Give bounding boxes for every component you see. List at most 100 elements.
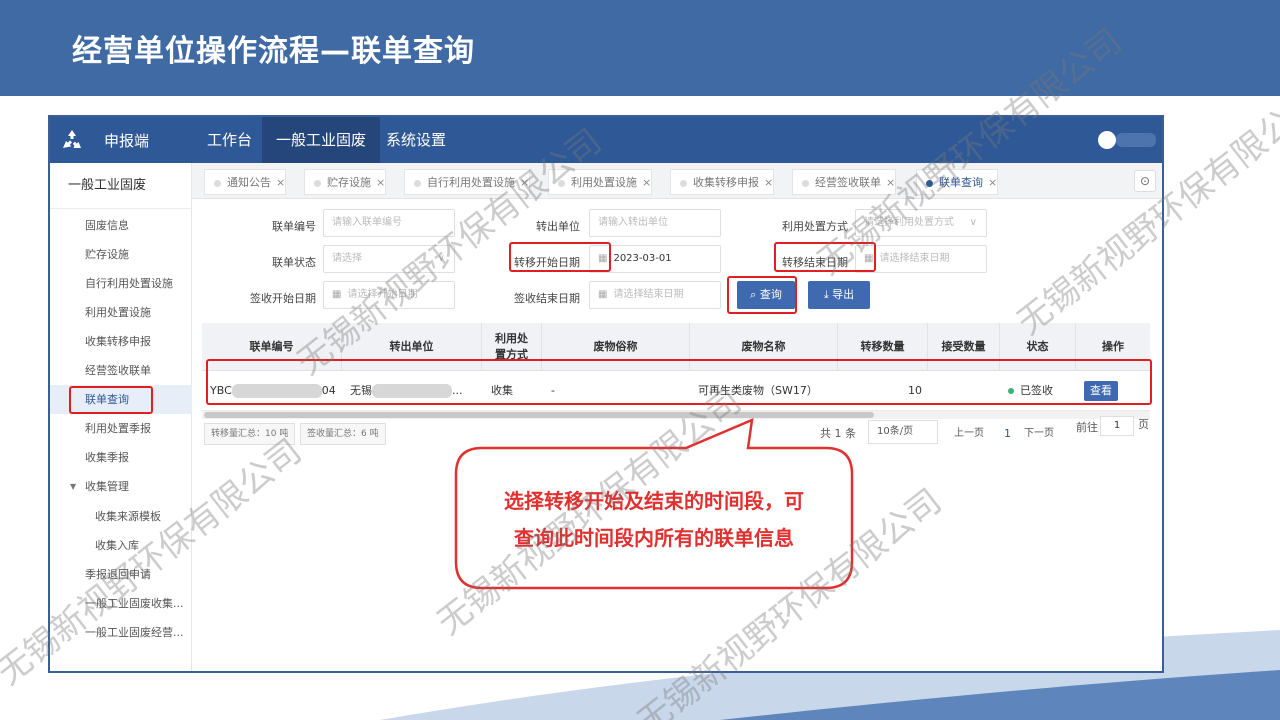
nav-system-settings[interactable]: 系统设置 bbox=[372, 117, 460, 163]
label-transfer-end: 转移结束日期 bbox=[782, 256, 848, 269]
tab-close-icon[interactable]: × bbox=[764, 176, 773, 189]
tab-storage[interactable]: 贮存设施 × bbox=[304, 169, 387, 195]
tab-self-disposal[interactable]: 自行利用处置设施 × bbox=[404, 169, 531, 195]
page-unit-label: 页 bbox=[1138, 418, 1149, 431]
col-common-name: 废物俗称 bbox=[542, 323, 690, 371]
transfer-start-date[interactable]: ▦ 2023-03-01 bbox=[589, 245, 721, 273]
sidebar-item-transfer-report[interactable]: 收集转移申报 bbox=[50, 327, 192, 356]
sidebar-item-return-request[interactable]: 季报退回申请 bbox=[50, 560, 192, 589]
brand-label: 申报端 bbox=[104, 132, 150, 150]
col-received-qty: 接受数量 bbox=[928, 323, 1000, 371]
tab-close-icon[interactable]: × bbox=[376, 176, 385, 189]
method-select[interactable]: 请选择利用处置方式 ∨ bbox=[855, 209, 987, 237]
tab-dot-icon bbox=[414, 180, 421, 187]
sidebar-item-collection-quarterly[interactable]: 收集季报 bbox=[50, 443, 192, 472]
calendar-icon: ▦ bbox=[598, 253, 608, 264]
goto-label: 前往 bbox=[1076, 421, 1098, 434]
col-transfer-qty: 转移数量 bbox=[838, 323, 928, 371]
from-unit-input[interactable]: 请输入转出单位 bbox=[589, 209, 721, 237]
tab-close-icon[interactable]: × bbox=[520, 176, 529, 189]
status-select[interactable]: 请选择 ∨ bbox=[323, 245, 455, 273]
view-button[interactable]: 查看 bbox=[1084, 381, 1118, 401]
tab-dot-icon bbox=[214, 180, 221, 187]
slide-header: 经营单位操作流程—联单查询 bbox=[0, 0, 1280, 96]
tab-disposal[interactable]: 利用处置设施 × bbox=[548, 169, 653, 195]
sidebar-item-waste-info[interactable]: 固废信息 bbox=[50, 211, 192, 240]
tab-close-icon[interactable]: × bbox=[886, 176, 895, 189]
tab-close-icon[interactable]: × bbox=[642, 176, 651, 189]
blurred-text bbox=[372, 384, 452, 398]
cell-waybill-no: YBC 04 bbox=[210, 384, 336, 398]
tab-close-icon[interactable]: × bbox=[276, 176, 285, 189]
col-method: 利用处置方式 bbox=[482, 323, 542, 371]
sign-end-date[interactable]: ▦ 请选择结束日期 bbox=[589, 281, 721, 309]
cell-status: 已签收 bbox=[1008, 371, 1078, 411]
caret-down-icon: ▼ bbox=[70, 482, 77, 491]
export-button[interactable]: ⤓ 导出 bbox=[808, 281, 870, 309]
sidebar-item-self-disposal[interactable]: 自行利用处置设施 bbox=[50, 269, 192, 298]
page-size-select[interactable]: 10条/页 bbox=[868, 420, 938, 444]
waybill-no-input[interactable]: 请输入联单编号 bbox=[323, 209, 455, 237]
col-from-unit: 转出单位 bbox=[342, 323, 482, 371]
cell-from-unit: 无锡... bbox=[350, 384, 463, 398]
sidebar-item-source-template[interactable]: 收集来源模板 bbox=[50, 502, 192, 531]
sidebar-item-disposal-quarterly[interactable]: 利用处置季报 bbox=[50, 414, 192, 443]
transfer-summary: 转移量汇总：10 吨 bbox=[204, 423, 296, 445]
sidebar-item-disposal[interactable]: 利用处置设施 bbox=[50, 298, 192, 327]
tab-notice[interactable]: 通知公告 × bbox=[204, 169, 287, 195]
nav-industrial-waste[interactable]: 一般工业固废 bbox=[262, 117, 381, 163]
status-dot-icon bbox=[1008, 388, 1014, 394]
tab-close-icon[interactable]: × bbox=[988, 176, 997, 189]
next-page-button[interactable]: 下一页 bbox=[1024, 422, 1054, 446]
label-from-unit: 转出单位 bbox=[536, 220, 580, 233]
sidebar-item-storage[interactable]: 贮存设施 bbox=[50, 240, 192, 269]
sidebar-title: 一般工业固废 bbox=[50, 163, 192, 209]
sidebar-item-waste-collection[interactable]: 一般工业固废收集... bbox=[50, 589, 192, 618]
sidebar-item-collection-mgmt[interactable]: ▼ 收集管理 bbox=[50, 472, 192, 501]
sidebar-item-sign-waybill[interactable]: 经营签收联单 bbox=[50, 356, 192, 385]
callout-text: 选择转移开始及结束的时间段，可 查询此时间段内所有的联单信息 bbox=[504, 489, 804, 550]
download-icon: ⤓ bbox=[823, 288, 833, 301]
sidebar-item-waybill-query[interactable]: 联单查询 bbox=[50, 385, 192, 414]
label-waybill-no: 联单编号 bbox=[272, 220, 316, 233]
current-page[interactable]: 1 bbox=[1004, 422, 1011, 446]
chevron-down-icon: ∨ bbox=[969, 217, 977, 228]
username-blurred[interactable] bbox=[1116, 133, 1156, 147]
tab-sign-waybill[interactable]: 经营签收联单 × bbox=[792, 169, 897, 195]
label-sign-end: 签收结束日期 bbox=[514, 292, 580, 305]
user-avatar-icon[interactable] bbox=[1098, 131, 1116, 149]
tab-waybill-query[interactable]: 联单查询 × bbox=[916, 169, 999, 195]
goto-page-input[interactable]: 1 bbox=[1100, 416, 1134, 436]
nav-workbench[interactable]: 工作台 bbox=[193, 117, 266, 163]
label-sign-start: 签收开始日期 bbox=[250, 292, 316, 305]
cell-waste-name: 可再生类废物（SW17） bbox=[698, 384, 818, 397]
cell-received-qty bbox=[928, 371, 1000, 411]
col-waybill-no: 联单编号 bbox=[202, 323, 342, 371]
recycle-icon bbox=[63, 130, 81, 148]
tab-dot-icon bbox=[926, 180, 933, 187]
blurred-text bbox=[231, 384, 322, 398]
sign-start-date[interactable]: ▦ 请选择开始日期 bbox=[323, 281, 455, 309]
tab-dot-icon bbox=[802, 180, 809, 187]
label-status: 联单状态 bbox=[272, 256, 316, 269]
transfer-end-date[interactable]: ▦ 请选择结束日期 bbox=[855, 245, 987, 273]
cell-transfer-qty: 10 bbox=[908, 384, 922, 397]
sidebar-item-inbound[interactable]: 收集入库 bbox=[50, 531, 192, 560]
cell-common-name: - bbox=[551, 384, 555, 397]
cell-action: 查看 bbox=[1084, 371, 1144, 411]
calendar-icon: ▦ bbox=[332, 289, 342, 300]
tabs-bar: 通知公告 × 贮存设施 × 自行利用处置设施 × 利用处置设施 × 收集转移申报 × 经营… bbox=[192, 163, 1162, 199]
table-row[interactable]: YBC 04 无锡... 收集 - 可再生类废物（SW17） 10 已签收 查看 bbox=[202, 371, 1150, 411]
chevron-down-icon: ∨ bbox=[437, 253, 445, 264]
table-header: 联单编号 转出单位 利用处置方式 废物俗称 废物名称 转移数量 接受数量 状态 … bbox=[202, 323, 1150, 371]
prev-page-button[interactable]: 上一页 bbox=[954, 422, 984, 446]
tabs-menu-icon[interactable]: ⊙ bbox=[1134, 170, 1156, 192]
query-button[interactable]: ⌕ 查询 bbox=[737, 281, 795, 309]
calendar-icon: ▦ bbox=[864, 253, 874, 264]
sidebar-item-waste-operation[interactable]: 一般工业固废经营... bbox=[50, 618, 192, 647]
label-transfer-start: 转移开始日期 bbox=[514, 256, 580, 269]
tab-transfer-report[interactable]: 收集转移申报 × bbox=[670, 169, 775, 195]
sidebar: 一般工业固废 固废信息 贮存设施 自行利用处置设施 利用处置设施 收集转移申报 … bbox=[50, 163, 192, 671]
top-nav: 申报端 工作台 一般工业固废 系统设置 bbox=[50, 117, 1162, 163]
tab-dot-icon bbox=[314, 180, 321, 187]
